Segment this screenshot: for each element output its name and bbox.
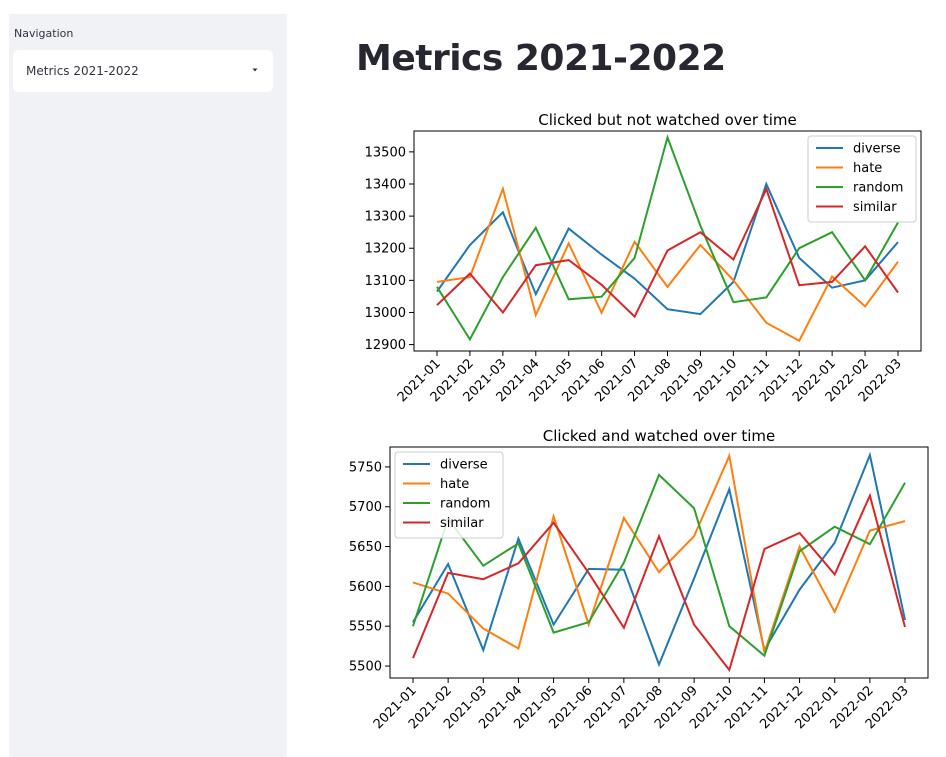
y-tick-label: 13200 (365, 242, 406, 257)
chart-title: Clicked but not watched over time (538, 111, 796, 129)
chart-title: Clicked and watched over time (543, 427, 775, 445)
y-tick-label: 5550 (349, 620, 382, 635)
legend-label-random: random (853, 181, 903, 196)
y-tick-label: 5600 (349, 580, 382, 595)
y-tick-label: 5700 (349, 500, 382, 515)
sidebar: Navigation Metrics 2021-2022 (9, 14, 287, 757)
y-tick-label: 13000 (365, 306, 406, 321)
y-tick-label: 5500 (349, 660, 382, 675)
legend-label-diverse: diverse (440, 458, 488, 473)
navigation-label: Navigation (14, 27, 74, 40)
page-title: Metrics 2021-2022 (356, 38, 726, 79)
legend-label-hate: hate (440, 477, 469, 492)
legend-label-similar: similar (440, 516, 484, 531)
legend-label-diverse: diverse (853, 142, 901, 157)
page-select[interactable]: Metrics 2021-2022 (13, 50, 273, 92)
legend: diverse hate random similar (807, 135, 917, 223)
y-tick-label: 13500 (365, 145, 406, 160)
y-tick-label: 5750 (349, 460, 382, 475)
y-tick-label: 12900 (365, 338, 406, 353)
legend-label-hate: hate (853, 161, 882, 176)
y-tick-label: 13100 (365, 274, 406, 289)
legend: diverse hate random similar (394, 451, 504, 539)
legend-label-random: random (440, 497, 490, 512)
chart-svg: Clicked and watched over time 5500 5550 560… (349, 427, 929, 732)
y-tick-label: 13300 (365, 210, 406, 225)
legend-label-similar: similar (853, 200, 897, 215)
chart-svg: Clicked but not watched over time 12900 13… (365, 111, 922, 405)
chevron-down-icon (252, 68, 258, 72)
page-select-value: Metrics 2021-2022 (26, 64, 139, 78)
y-tick-label: 13400 (365, 177, 406, 192)
y-tick-label: 5650 (349, 540, 382, 555)
chart-clicked-and-watched: Clicked and watched over time 5500 5550 560… (330, 422, 946, 757)
chart-clicked-not-watched: Clicked but not watched over time 12900 13… (346, 108, 946, 420)
